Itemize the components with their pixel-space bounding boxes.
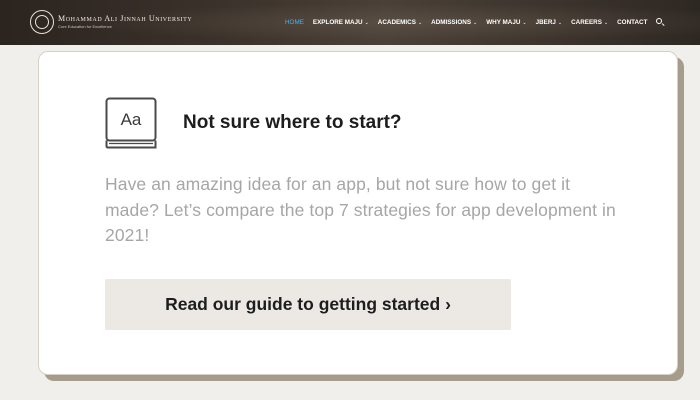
info-card: Aa Not sure where to start? Have an amaz… (38, 51, 678, 375)
nav-item-label: CONTACT (617, 19, 648, 26)
chevron-down-icon: ⌄ (557, 19, 563, 26)
nav-item-admissions[interactable]: ADMISSIONS ⌄ (431, 19, 477, 26)
card-title: Not sure where to start? (183, 112, 402, 133)
card-description: Have an amazing idea for an app, but not… (105, 174, 616, 245)
nav-item-label: CAREERS (571, 19, 602, 26)
university-logo[interactable]: Mohammad Ali Jinnah University Core Educ… (30, 10, 192, 34)
main-menu: HOME EXPLORE MAJU ⌄ ACADEMICS ⌄ ADMISSIO… (285, 0, 665, 45)
nav-item-label: ADMISSIONS (431, 19, 472, 26)
nav-item-jberj[interactable]: JBERJ ⌄ (536, 19, 563, 26)
nav-item-label: EXPLORE MAJU (312, 19, 363, 26)
nav-item-home[interactable]: HOME (285, 19, 304, 26)
book-icon-text: Aa (121, 110, 142, 129)
nav-item-label: HOME (285, 19, 304, 26)
chevron-down-icon: ⌄ (417, 19, 423, 26)
nav-item-academics[interactable]: ACADEMICS ⌄ (378, 19, 422, 26)
nav-item-label: WHY MAJU (486, 19, 521, 26)
top-navbar: Mohammad Ali Jinnah University Core Educ… (0, 0, 700, 45)
nav-item-careers[interactable]: CAREERS ⌄ (571, 19, 608, 26)
read-guide-button-label: Read our guide to getting started › (165, 294, 451, 314)
nav-item-label: JBERJ (535, 19, 556, 26)
chevron-down-icon: ⌄ (522, 19, 527, 26)
nav-item-contact[interactable]: CONTACT (617, 19, 647, 26)
nav-item-why-maju[interactable]: WHY MAJU ⌄ (486, 19, 526, 26)
book-icon: Aa (105, 97, 157, 149)
search-icon[interactable] (656, 18, 665, 27)
brand-name: Mohammad Ali Jinnah University (58, 14, 193, 23)
university-seal-icon (30, 10, 54, 34)
brand-subtitle: Core Education for Excellence (58, 24, 112, 29)
nav-item-explore-maju[interactable]: EXPLORE MAJU ⌄ (313, 19, 369, 26)
nav-item-label: ACADEMICS (377, 19, 416, 26)
chevron-down-icon: ⌄ (603, 19, 609, 26)
chevron-down-icon: ⌄ (364, 19, 369, 26)
chevron-down-icon: ⌄ (473, 19, 478, 26)
read-guide-button[interactable]: Read our guide to getting started › (105, 279, 511, 330)
